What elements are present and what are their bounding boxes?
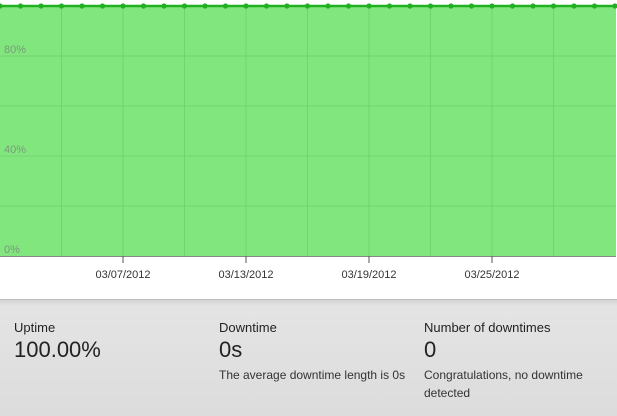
downtime-count-label: Number of downtimes [424,320,551,335]
uptime-data-point [222,3,229,9]
uptime-data-point [345,3,352,9]
uptime-data-point [448,3,454,9]
y-tick-label: 0% [4,244,20,256]
downtime-count-value: 0 [424,337,437,362]
uptime-data-point [571,3,577,9]
downtime-count-stat: Number of downtimes 0 Congratulations, n… [424,320,604,402]
uptime-data-point [79,3,85,9]
uptime-chart: 0% 40% 80% 03/07/2012 03/13/2012 03/19/2012 03… [0,0,617,300]
uptime-data-point [407,3,413,9]
uptime-data-point [304,3,311,9]
uptime-data-point [284,3,290,9]
downtime-value: 0s [219,337,243,362]
uptime-data-point [427,3,434,9]
uptime-data-point [386,3,393,9]
uptime-value: 100.00% [14,337,101,362]
x-tick-label: 03/19/2012 [341,269,396,281]
uptime-data-point [120,3,126,9]
uptime-data-point [181,3,188,9]
uptime-data-point [263,3,270,9]
downtime-label: Downtime [219,320,277,335]
uptime-data-point [325,3,331,9]
uptime-data-point [58,3,65,9]
uptime-stat: Uptime 100.00% [14,320,204,363]
uptime-data-point [509,3,516,9]
uptime-area-chart: 0% 40% 80% 03/07/2012 03/13/2012 03/19/2012 03… [0,3,617,281]
uptime-data-point [530,3,536,9]
x-tick-label: 03/07/2012 [95,269,150,281]
uptime-label: Uptime [14,320,56,335]
uptime-data-point [550,3,557,9]
uptime-data-point [140,3,147,9]
uptime-data-point [161,3,167,9]
x-tick-label: 03/13/2012 [218,269,273,281]
stats-panel: Uptime 100.00% Downtime 0s The average d… [0,299,617,416]
uptime-data-point [591,3,598,9]
uptime-data-point [38,3,44,9]
uptime-data-point [202,3,208,9]
downtime-count-description: Congratulations, no downtime detected [424,368,583,400]
uptime-data-point [243,3,249,9]
uptime-data-point [489,3,495,9]
uptime-data-point [17,3,24,9]
downtime-description: The average downtime length is 0s [219,368,406,382]
uptime-data-point [99,3,106,9]
y-tick-label: 40% [4,144,26,156]
y-tick-label: 80% [4,44,26,56]
uptime-data-point [366,3,372,9]
uptime-data-point [468,3,475,9]
downtime-stat: Downtime 0s The average downtime length … [219,320,409,384]
x-tick-label: 03/25/2012 [464,269,519,281]
